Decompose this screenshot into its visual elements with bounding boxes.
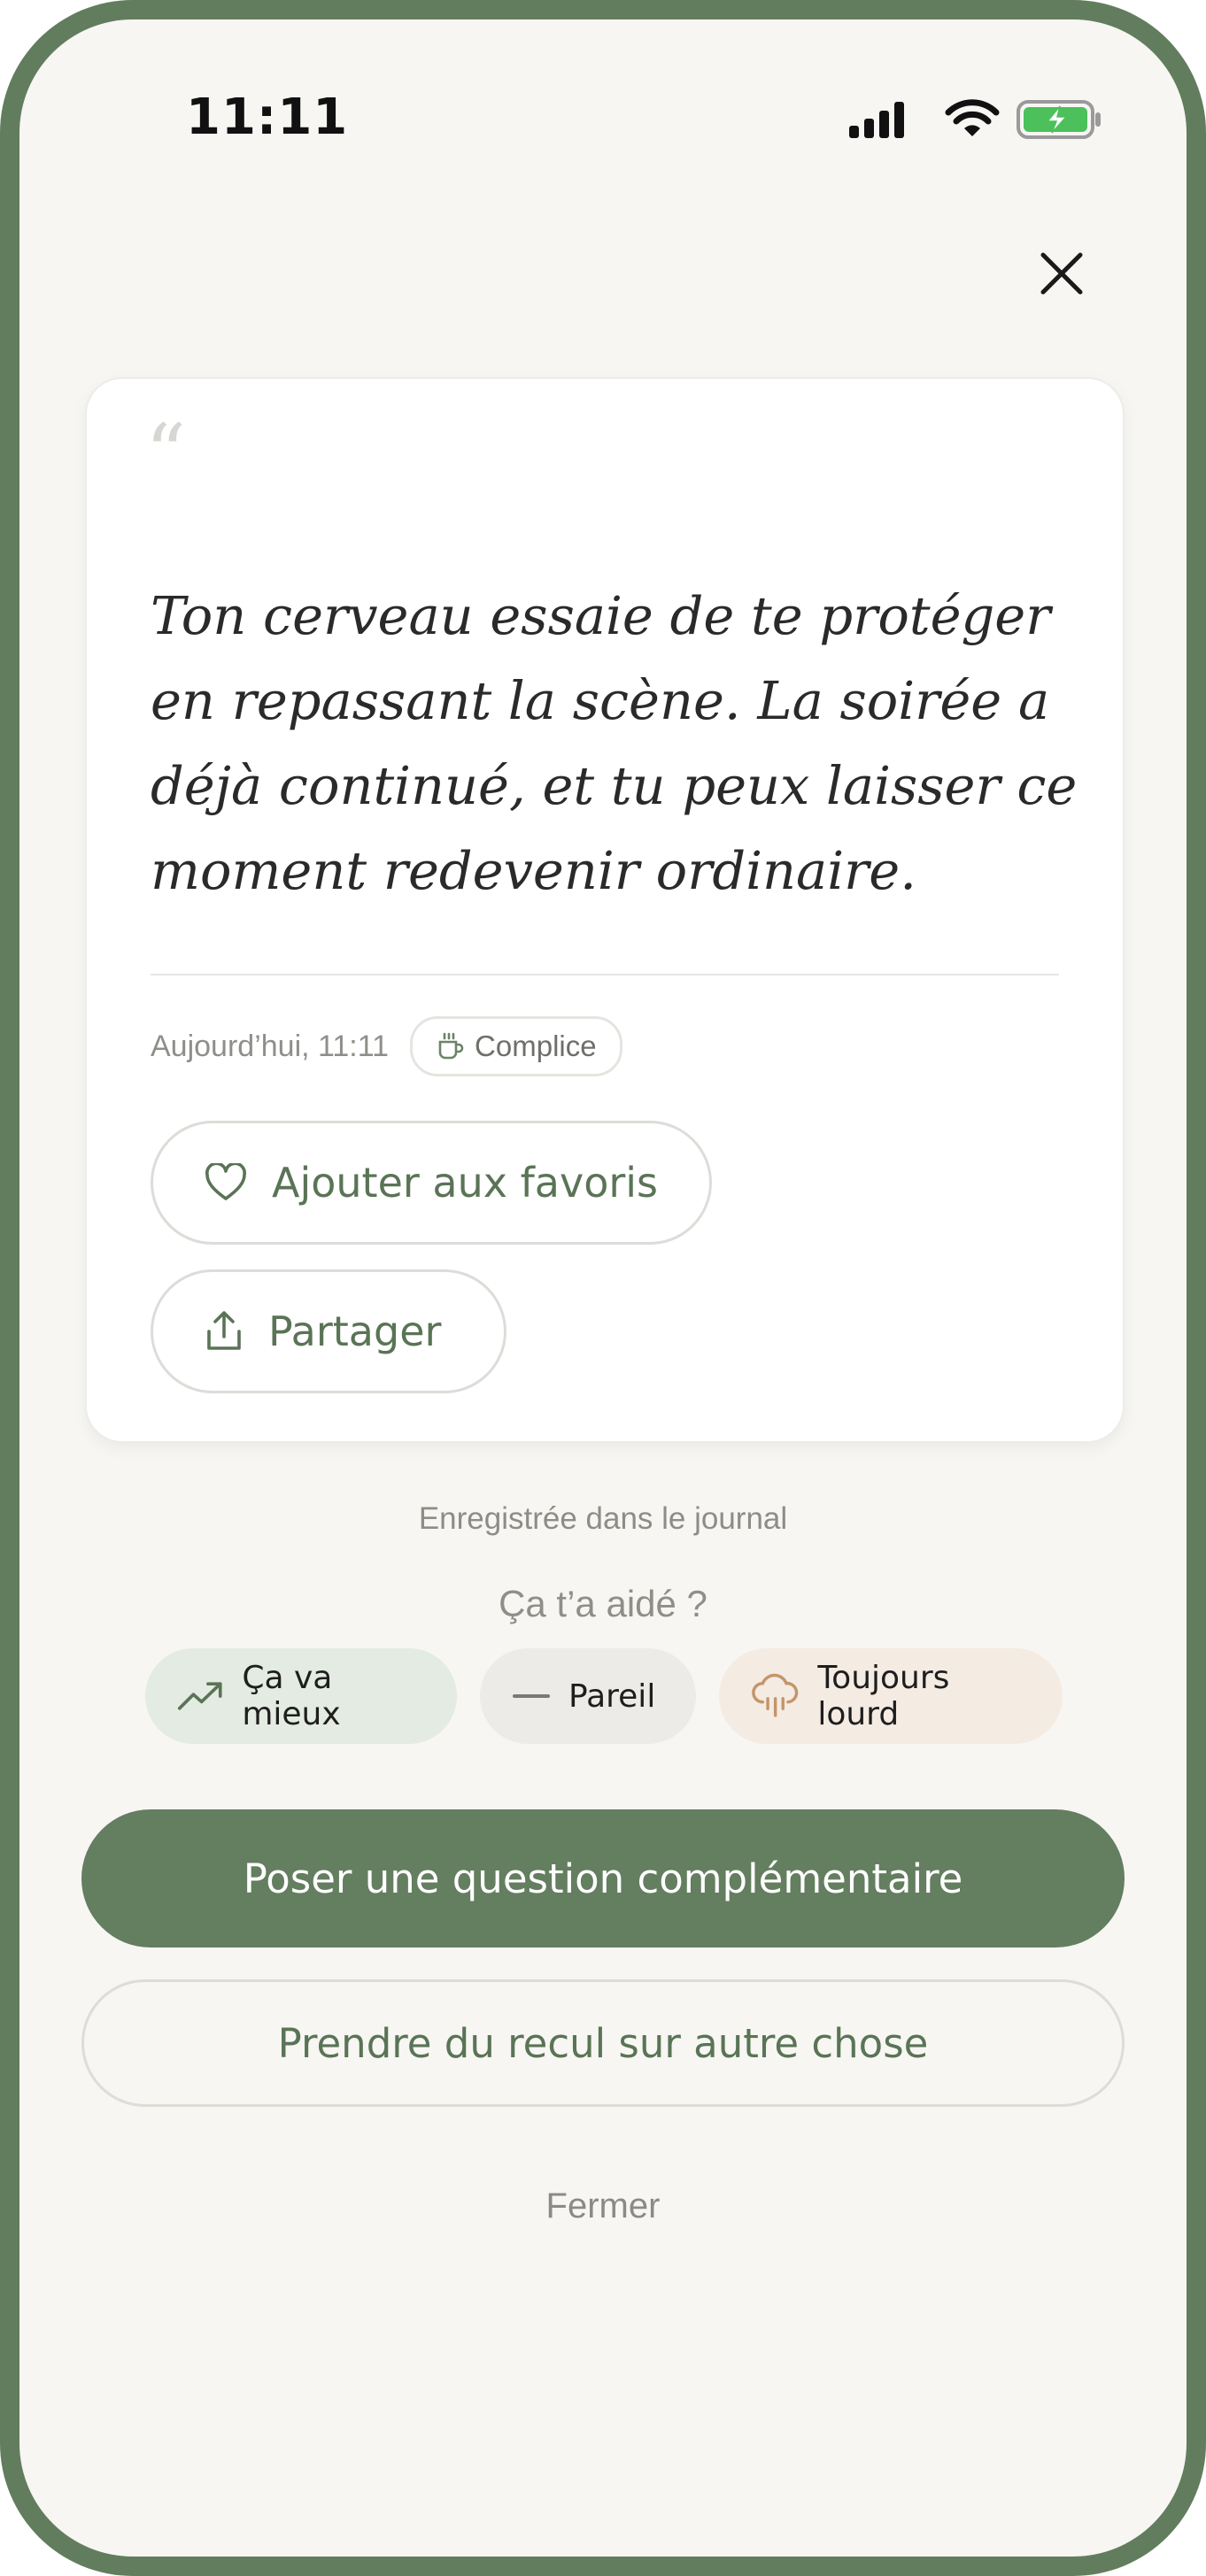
mood-tag-label: Complice [475,1030,597,1062]
close-link[interactable]: Fermer [19,2187,1187,2226]
share-button[interactable]: Partager [151,1269,506,1393]
feedback-heavy-chip[interactable]: Toujours lourd [719,1648,1063,1744]
saved-note: Enregistrée dans le journal [418,1501,788,1536]
mood-tag: Complice [410,1016,622,1076]
add-favorite-label: Ajouter aux favoris [272,1159,659,1207]
close-button[interactable] [1029,241,1094,306]
card-divider [151,974,1059,976]
reflection-card: “ Ton cerveau essaie de te protéger en r… [85,377,1125,1443]
battery-charging-icon [1017,100,1101,139]
feedback-same-label: Pareil [568,1677,656,1715]
entry-date: Aujourd’hui, 11:11 [151,1029,390,1063]
cellular-signal-icon [849,102,904,138]
follow-up-question-button[interactable]: Poser une question complémentaire [81,1809,1125,1947]
feedback-question: Ça t’a aidé ? [499,1583,707,1624]
trending-up-icon [177,1682,222,1710]
add-favorite-button[interactable]: Ajouter aux favoris [151,1121,712,1245]
feedback-heavy-label: Toujours lourd [817,1660,950,1732]
coffee-cup-icon [438,1032,464,1060]
share-label: Partager [268,1307,442,1355]
rain-cloud-icon [752,1673,799,1717]
close-icon [1040,252,1083,295]
feedback-same-chip[interactable]: Pareil [480,1648,696,1744]
status-icons [847,99,1113,142]
screen: 11:11 “ Ton cerveau essaie de te protége… [19,19,1187,2557]
wifi-icon [945,99,1000,136]
quote-mark-icon: “ [145,407,187,500]
minus-icon [513,1694,550,1698]
reflection-text: Ton cerveau essaie de te protéger en rep… [151,585,1078,901]
step-back-button[interactable]: Prendre du recul sur autre chose [81,1979,1125,2107]
device-frame: 11:11 “ Ton cerveau essaie de te protége… [0,0,1206,2576]
heart-icon [205,1163,246,1200]
status-time: 11:11 [186,89,349,146]
feedback-better-chip[interactable]: Ça va mieux [145,1648,457,1744]
share-icon [207,1311,241,1350]
feedback-options: Ça va mieux Pareil Toujours lourd [145,1648,1063,1744]
feedback-better-label: Ça va mieux [242,1660,341,1732]
meta-row: Aujourd’hui, 11:11 Complice [151,1016,622,1076]
